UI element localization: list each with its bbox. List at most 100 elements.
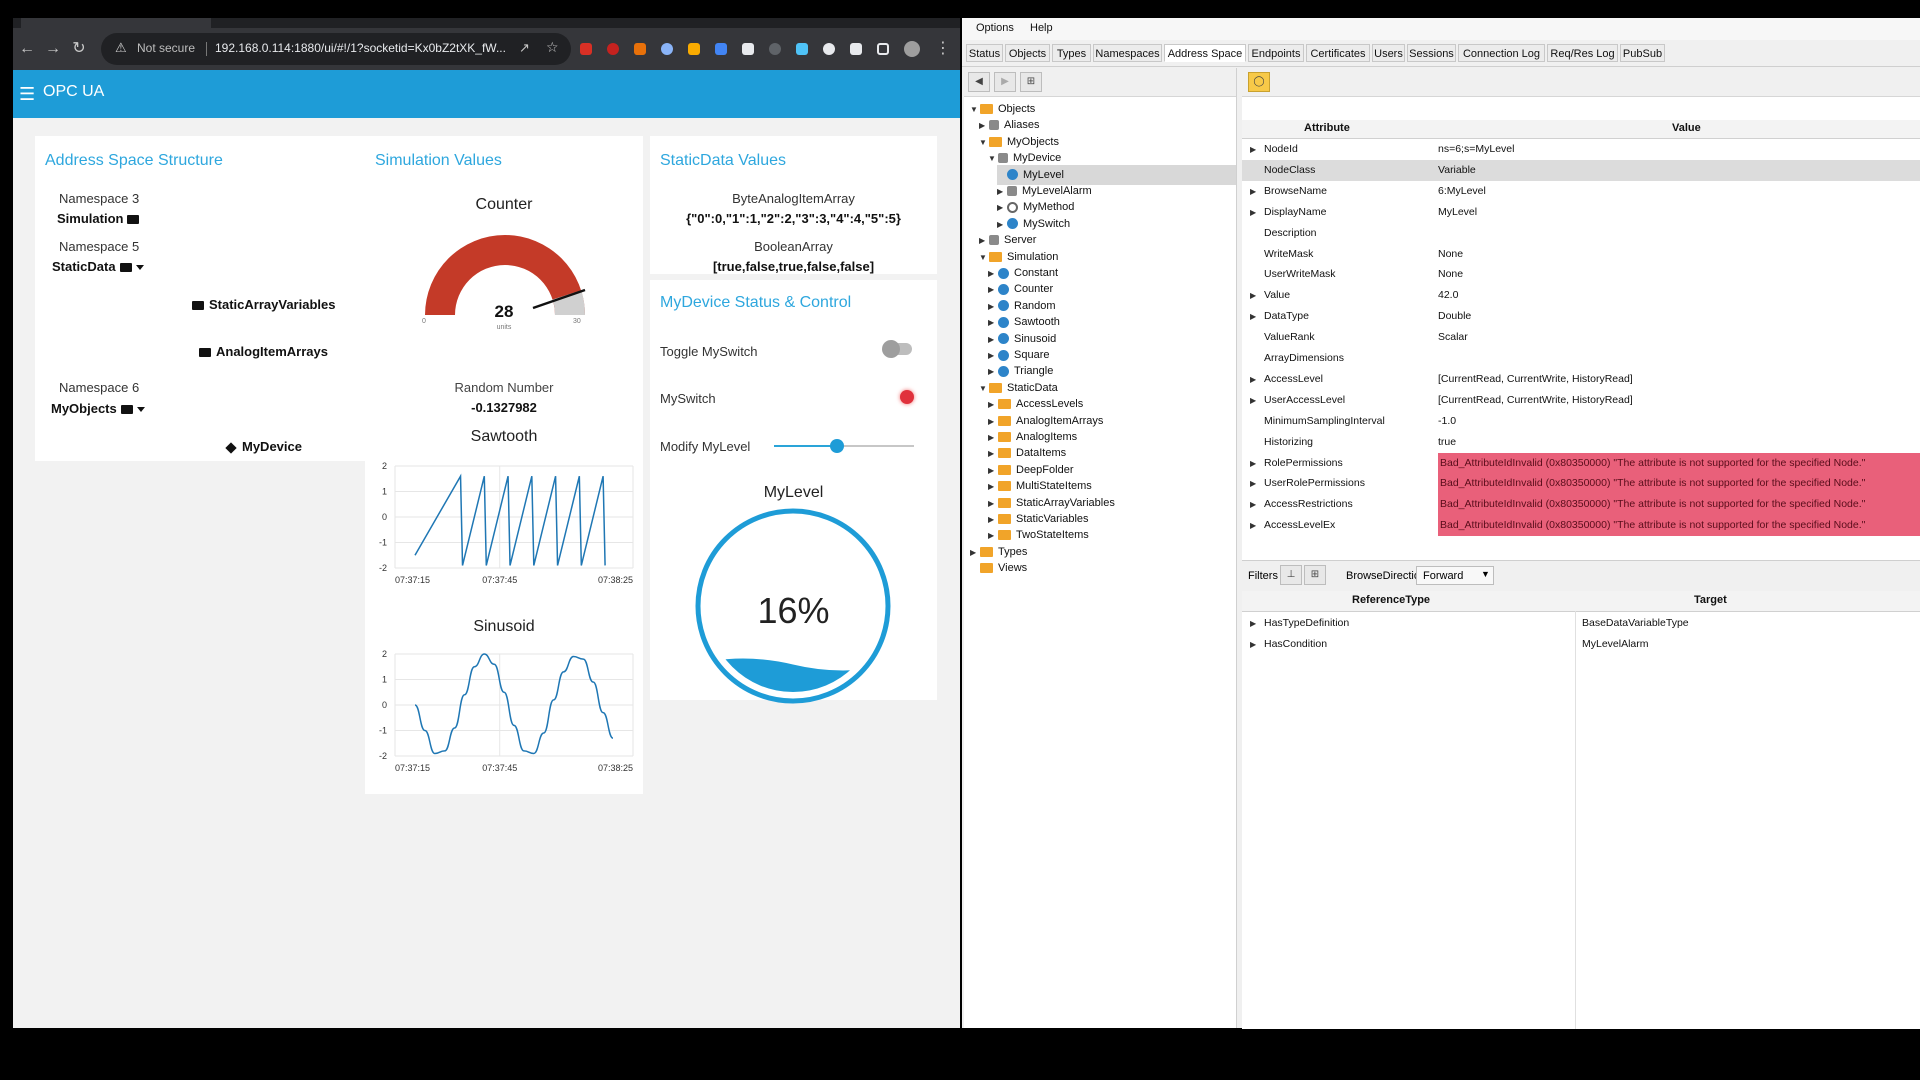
hamburger-menu-icon[interactable]: ☰	[19, 84, 35, 105]
back-arrow-icon[interactable]: ◀	[968, 72, 990, 92]
expand-arrow-icon[interactable]: ▶	[1250, 181, 1256, 202]
extension-icon[interactable]	[823, 43, 835, 55]
tab-objects[interactable]: Objects	[1005, 44, 1050, 62]
browse-direction-select[interactable]: Forward ▼	[1416, 566, 1494, 585]
extension-icon[interactable]	[607, 43, 619, 55]
attribute-row[interactable]: ▶ NodeId ns=6;s=MyLevel	[1242, 139, 1920, 160]
share-icon[interactable]: ↗	[519, 40, 530, 56]
attribute-row[interactable]: Historizing true	[1242, 432, 1920, 453]
reference-type-column-header[interactable]: ReferenceType	[1352, 594, 1430, 606]
attribute-column-header[interactable]: Attribute	[1304, 122, 1350, 134]
attribute-row[interactable]: ArrayDimensions	[1242, 348, 1920, 369]
mylevel-slider[interactable]	[774, 439, 914, 453]
expand-arrow-icon[interactable]: ▶	[1250, 306, 1256, 327]
static-array-variables-folder[interactable]: StaticArrayVariables	[192, 297, 335, 312]
attribute-row[interactable]: ▶ UserRolePermissions Bad_AttributeIdInval…	[1242, 473, 1920, 495]
refresh-icon[interactable]: ◯	[1248, 72, 1270, 92]
forward-icon[interactable]: →	[43, 39, 63, 59]
expand-arrow-icon[interactable]: ▶	[1250, 202, 1256, 223]
extension-icon[interactable]	[769, 43, 781, 55]
expand-tree-icon[interactable]: ⊞	[1020, 72, 1042, 92]
url-text[interactable]: 192.168.0.114:1880/ui/#!/1?socketid=Kx0b…	[215, 41, 506, 55]
extension-icon[interactable]	[634, 43, 646, 55]
expand-arrow-icon[interactable]: ▶	[1250, 494, 1256, 515]
expand-arrow-icon[interactable]: ▶	[1250, 613, 1256, 634]
attribute-row[interactable]: ▶ AccessLevelEx Bad_AttributeIdInvalid (0x…	[1242, 515, 1920, 537]
attribute-row[interactable]: ▶ Value 42.0	[1242, 285, 1920, 306]
target-column-header[interactable]: Target	[1694, 594, 1727, 606]
back-icon[interactable]: ←	[17, 39, 37, 59]
gauge-min-label: 0	[422, 318, 426, 325]
value-column-header[interactable]: Value	[1672, 122, 1701, 134]
attribute-row[interactable]: ▶ AccessRestrictions Bad_AttributeIdInvali…	[1242, 494, 1920, 516]
analog-item-arrays-folder[interactable]: AnalogItemArrays	[199, 344, 328, 359]
attribute-row[interactable]: UserWriteMask None	[1242, 264, 1920, 285]
tree-item-label: StaticArrayVariables	[1016, 496, 1115, 509]
expand-arrow-icon[interactable]: ▶	[1250, 369, 1256, 390]
attribute-name: Description	[1264, 226, 1317, 239]
tree-item[interactable]: Views	[970, 558, 1027, 578]
attribute-row[interactable]: ▶ UserAccessLevel [CurrentRead, CurrentWri…	[1242, 390, 1920, 411]
expand-arrow-icon[interactable]: ▶	[1250, 139, 1256, 160]
tab-connection-log[interactable]: Connection Log	[1458, 44, 1545, 62]
attribute-row[interactable]: ▶ DataType Double	[1242, 306, 1920, 327]
avatar[interactable]	[904, 41, 920, 57]
forward-arrow-icon[interactable]: ▶	[994, 72, 1016, 92]
tab-pubsub[interactable]: PubSub	[1620, 44, 1665, 62]
tab-req-res-log[interactable]: Req/Res Log	[1547, 44, 1618, 62]
attribute-row[interactable]: Description	[1242, 223, 1920, 244]
expand-arrow-icon[interactable]: ▶	[1250, 453, 1256, 474]
tab-types[interactable]: Types	[1052, 44, 1091, 62]
attribute-row[interactable]: ▶ AccessLevel [CurrentRead, CurrentWrite, …	[1242, 369, 1920, 390]
filter-nonhierarchy-icon[interactable]: ⊞	[1304, 565, 1326, 585]
myobjects-folder[interactable]: MyObjects	[51, 401, 145, 416]
extension-icon[interactable]	[715, 43, 727, 55]
reference-row[interactable]: ▶ HasTypeDefinition BaseDataVariableType	[1242, 613, 1920, 634]
folder-icon	[989, 382, 1002, 393]
browser-tab[interactable]	[21, 18, 211, 28]
address-bar[interactable]: ⚠ Not secure 192.168.0.114:1880/ui/#!/1?…	[101, 33, 571, 65]
tab-namespaces[interactable]: Namespaces	[1093, 44, 1162, 62]
staticdata-folder[interactable]: StaticData	[52, 259, 144, 274]
expand-arrow-icon[interactable]: ▶	[1250, 390, 1256, 411]
slider-thumb[interactable]	[830, 439, 844, 453]
tab-endpoints[interactable]: Endpoints	[1248, 44, 1304, 62]
sawtooth-chart: 2 1 0 -1 -2 07:37:15 07:37:45 07:38:25	[379, 461, 634, 585]
kebab-menu-icon[interactable]: ⋮	[933, 39, 953, 59]
attribute-row[interactable]: NodeClass Variable	[1242, 159, 1920, 181]
reload-icon[interactable]: ↻	[69, 39, 89, 59]
tree-item-label: MySwitch	[1023, 217, 1071, 230]
reference-row[interactable]: ▶ HasCondition MyLevelAlarm	[1242, 634, 1920, 655]
side-panel-icon[interactable]	[877, 43, 889, 55]
attribute-row[interactable]: ValueRank Scalar	[1242, 327, 1920, 348]
attribute-row[interactable]: ▶ BrowseName 6:MyLevel	[1242, 181, 1920, 202]
extension-icon[interactable]	[580, 43, 592, 55]
tab-sessions[interactable]: Sessions	[1407, 44, 1456, 62]
attribute-row[interactable]: ▶ RolePermissions Bad_AttributeIdInvalid (…	[1242, 452, 1920, 474]
expand-arrow-icon[interactable]: ▶	[1250, 515, 1256, 536]
mydevice-object[interactable]: MyDevice	[225, 439, 302, 454]
simulation-folder[interactable]: Simulation	[57, 211, 140, 226]
myswitch-toggle[interactable]	[882, 340, 912, 358]
puzzle-icon[interactable]	[850, 43, 862, 55]
tab-certificates[interactable]: Certificates	[1306, 44, 1370, 62]
expand-arrow-icon[interactable]: ▶	[1250, 473, 1256, 494]
extension-icon[interactable]	[796, 43, 808, 55]
attribute-row[interactable]: ▶ DisplayName MyLevel	[1242, 202, 1920, 223]
bookmark-star-icon[interactable]: ☆	[546, 39, 559, 56]
attribute-name: RolePermissions	[1264, 456, 1343, 469]
tab-address-space[interactable]: Address Space	[1164, 44, 1246, 62]
filter-hierarchy-icon[interactable]: ⊥	[1280, 565, 1302, 585]
extension-icon[interactable]	[661, 43, 673, 55]
extension-icon[interactable]	[742, 43, 754, 55]
attribute-row[interactable]: WriteMask None	[1242, 244, 1920, 265]
menu-options[interactable]: Options	[976, 22, 1014, 34]
extension-icon[interactable]	[688, 43, 700, 55]
expand-arrow-icon[interactable]: ▶	[1250, 634, 1256, 655]
tab-users[interactable]: Users	[1372, 44, 1405, 62]
attribute-row[interactable]: MinimumSamplingInterval -1.0	[1242, 411, 1920, 432]
menu-help[interactable]: Help	[1030, 22, 1053, 34]
browse-direction-label: BrowseDirection	[1346, 570, 1427, 582]
expand-arrow-icon[interactable]: ▶	[1250, 285, 1256, 306]
tab-status[interactable]: Status	[966, 44, 1003, 62]
